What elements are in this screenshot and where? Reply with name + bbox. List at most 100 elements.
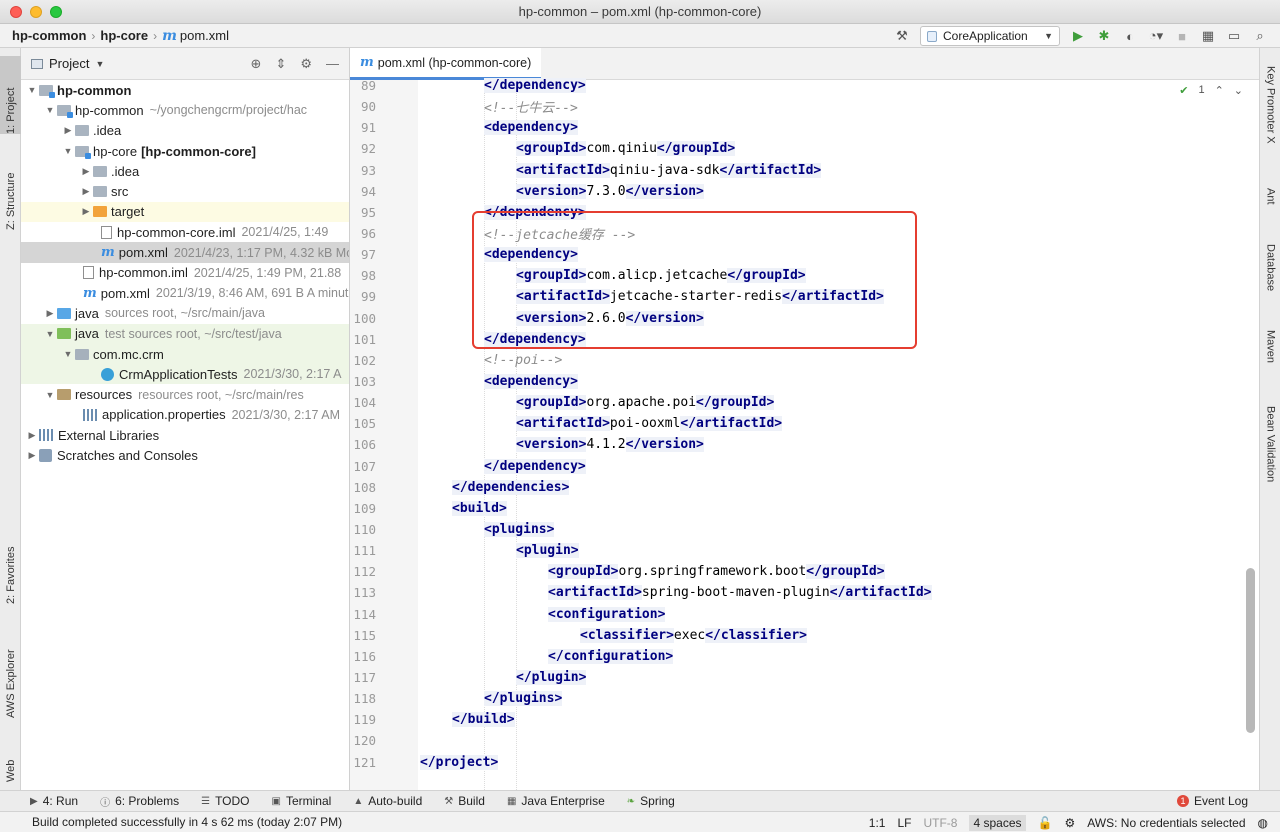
tool-event-log[interactable]: 1 Event Log [1176, 794, 1248, 808]
expand-arrow-icon[interactable]: ▼ [43, 390, 57, 400]
code-line[interactable]: 109 <build> [350, 498, 1259, 519]
tool-spring[interactable]: ❧ Spring [627, 794, 675, 808]
code-line[interactable]: 119 </build> [350, 709, 1259, 730]
expand-arrow-icon[interactable]: ▼ [61, 146, 75, 156]
tree-node[interactable]: ▶ target [21, 201, 349, 223]
chevron-down-icon[interactable]: ▼ [95, 59, 104, 69]
profile-icon[interactable]: ◔▾ [1148, 28, 1164, 44]
tool-tab-aws-explorer[interactable]: AWS Explorer [0, 624, 21, 718]
code-line[interactable]: 120 [350, 730, 1259, 751]
run-icon[interactable]: ▶ [1070, 28, 1086, 44]
code-line[interactable]: 104 <groupId>org.apache.poi</groupId> [350, 392, 1259, 413]
zoom-window-button[interactable] [50, 6, 62, 18]
tool-tab-web[interactable]: Web [0, 736, 21, 782]
code-line[interactable]: 102 <!--poi--> [350, 350, 1259, 371]
build-hammer-icon[interactable]: ⚒ [894, 28, 910, 44]
tree-node-selected[interactable]: m pom.xml 2021/4/23, 1:17 PM, 4.32 kB Mo [21, 242, 349, 263]
code-line[interactable]: 106 <version>4.1.2</version> [350, 434, 1259, 455]
code-line[interactable]: 110 <plugins> [350, 519, 1259, 540]
code-line[interactable]: 90 <!--七牛云--> [350, 96, 1259, 117]
code-line[interactable]: 105 <artifactId>poi-ooxml</artifactId> [350, 413, 1259, 434]
lock-icon[interactable]: 🔓 [1038, 816, 1053, 830]
breadcrumb-project[interactable]: hp-common [12, 28, 86, 43]
code-line[interactable]: 100 <version>2.6.0</version> [350, 308, 1259, 329]
code-line[interactable]: 115 <classifier>exec</classifier> [350, 625, 1259, 646]
tree-node[interactable]: ▼ hp-core [hp-common-core] [21, 141, 349, 161]
code-line[interactable]: 99 <artifactId>jetcache-starter-redis</ar… [350, 286, 1259, 307]
run-configuration-select[interactable]: CoreApplication ▼ [920, 26, 1060, 46]
tree-node[interactable]: ▼ com.mc.crm [21, 343, 349, 365]
tool-auto-build[interactable]: ▲ Auto-build [353, 794, 422, 808]
caret-position[interactable]: 1:1 [869, 816, 886, 830]
collapse-all-icon[interactable]: ⇕ [275, 56, 286, 72]
code-line[interactable]: 117 </plugin> [350, 667, 1259, 688]
tree-node[interactable]: ▼ hp-common ~/yongchengcrm/project/hac [21, 100, 349, 120]
stop-icon[interactable]: ■ [1174, 29, 1190, 44]
code-line[interactable]: 103 <dependency> [350, 371, 1259, 392]
editor-scrollbar[interactable] [1246, 568, 1255, 733]
close-window-button[interactable] [10, 6, 22, 18]
terminal-window-icon[interactable]: ▭ [1226, 28, 1242, 44]
tool-tab-key-promoter[interactable]: Key Promoter X [1260, 66, 1280, 176]
coverage-icon[interactable]: ◐ [1122, 29, 1138, 44]
indent-setting[interactable]: 4 spaces [969, 814, 1026, 831]
tree-node[interactable]: ▶ src [21, 181, 349, 201]
tool-run[interactable]: ▶ 4: Run [30, 794, 78, 808]
code-line[interactable]: 91 <dependency> [350, 117, 1259, 138]
code-line[interactable]: 96 <!--jetcache缓存 --> [350, 223, 1259, 244]
notification-icon[interactable]: ◍ [1258, 816, 1268, 830]
code-line[interactable]: 93 <artifactId>qiniu-java-sdk</artifactId… [350, 160, 1259, 181]
tree-node[interactable]: hp-common.iml 2021/4/25, 1:49 PM, 21.88 [21, 263, 349, 283]
project-view-select[interactable]: Project [49, 56, 89, 71]
code-line[interactable]: 118 </plugins> [350, 688, 1259, 709]
breadcrumb-file[interactable]: m pom.xml [162, 28, 229, 44]
locate-target-icon[interactable]: ⊕ [251, 56, 262, 72]
file-encoding[interactable]: UTF-8 [923, 816, 957, 830]
code-line[interactable]: 116 </configuration> [350, 646, 1259, 667]
expand-arrow-icon[interactable]: ▼ [43, 329, 57, 339]
search-icon[interactable]: ⌕ [1252, 28, 1268, 44]
code-line[interactable]: 107 </dependency> [350, 456, 1259, 477]
code-line[interactable]: 97 <dependency> [350, 244, 1259, 265]
code-line[interactable]: 112 <groupId>org.springframework.boot</gr… [350, 561, 1259, 582]
tree-node[interactable]: m pom.xml 2021/3/19, 8:46 AM, 691 B A mi… [21, 283, 349, 303]
tree-node[interactable]: hp-common-core.iml 2021/4/25, 1:49 [21, 222, 349, 242]
tree-node[interactable]: ▶ .idea [21, 121, 349, 141]
minimize-window-button[interactable] [30, 6, 42, 18]
collapsed-arrow-icon[interactable]: ▶ [61, 125, 75, 136]
tool-problems[interactable]: ⓘ 6: Problems [100, 794, 179, 809]
tree-node[interactable]: ▶ .idea [21, 161, 349, 181]
collapsed-arrow-icon[interactable]: ▶ [79, 186, 93, 197]
tree-node[interactable]: ▼ resources resources root, ~/src/main/r… [21, 384, 349, 404]
tree-node[interactable]: ▶ Scratches and Consoles [21, 445, 349, 465]
collapsed-arrow-icon[interactable]: ▶ [25, 450, 39, 461]
tool-tab-favorites[interactable]: 2: Favorites [0, 518, 21, 604]
expand-arrow-icon[interactable]: ▼ [43, 105, 57, 115]
code-line[interactable]: 114 <configuration> [350, 604, 1259, 625]
tool-tab-bean-validation[interactable]: Bean Validation [1260, 406, 1280, 506]
tree-node[interactable]: ▼ java test sources root, ~/src/test/jav… [21, 323, 349, 344]
aws-credentials[interactable]: AWS: No credentials selected [1087, 816, 1245, 830]
tree-node[interactable]: ▼ hp-common [21, 80, 349, 100]
breadcrumb-module[interactable]: hp-core [100, 28, 148, 43]
collapsed-arrow-icon[interactable]: ▶ [79, 206, 93, 217]
code-line[interactable]: 89 </dependency> [350, 75, 1259, 96]
code-line[interactable]: 95 </dependency> [350, 202, 1259, 223]
expand-arrow-icon[interactable]: ▼ [61, 349, 75, 359]
code-line[interactable]: 101 </dependency> [350, 329, 1259, 350]
tree-node[interactable]: ▶ java sources root, ~/src/main/java [21, 303, 349, 323]
code-line[interactable]: 108 </dependencies> [350, 477, 1259, 498]
tool-java-enterprise[interactable]: ▦ Java Enterprise [507, 794, 605, 808]
code-line[interactable]: 111 <plugin> [350, 540, 1259, 561]
tool-terminal[interactable]: ▣ Terminal [272, 794, 332, 808]
code-line[interactable]: 92 <groupId>com.qiniu</groupId> [350, 138, 1259, 159]
gear-icon[interactable]: ⚙ [300, 56, 312, 72]
collapsed-arrow-icon[interactable]: ▶ [25, 430, 39, 441]
code-line[interactable]: 94 <version>7.3.0</version> [350, 181, 1259, 202]
tool-tab-ant[interactable]: Ant [1260, 188, 1280, 228]
tree-node[interactable]: CrmApplicationTests 2021/3/30, 2:17 A [21, 364, 349, 385]
tool-tab-maven[interactable]: Maven [1260, 330, 1280, 386]
line-separator[interactable]: LF [897, 816, 911, 830]
tool-tab-structure[interactable]: Z: Structure [0, 144, 21, 230]
tool-build[interactable]: ⚒ Build [444, 794, 485, 808]
